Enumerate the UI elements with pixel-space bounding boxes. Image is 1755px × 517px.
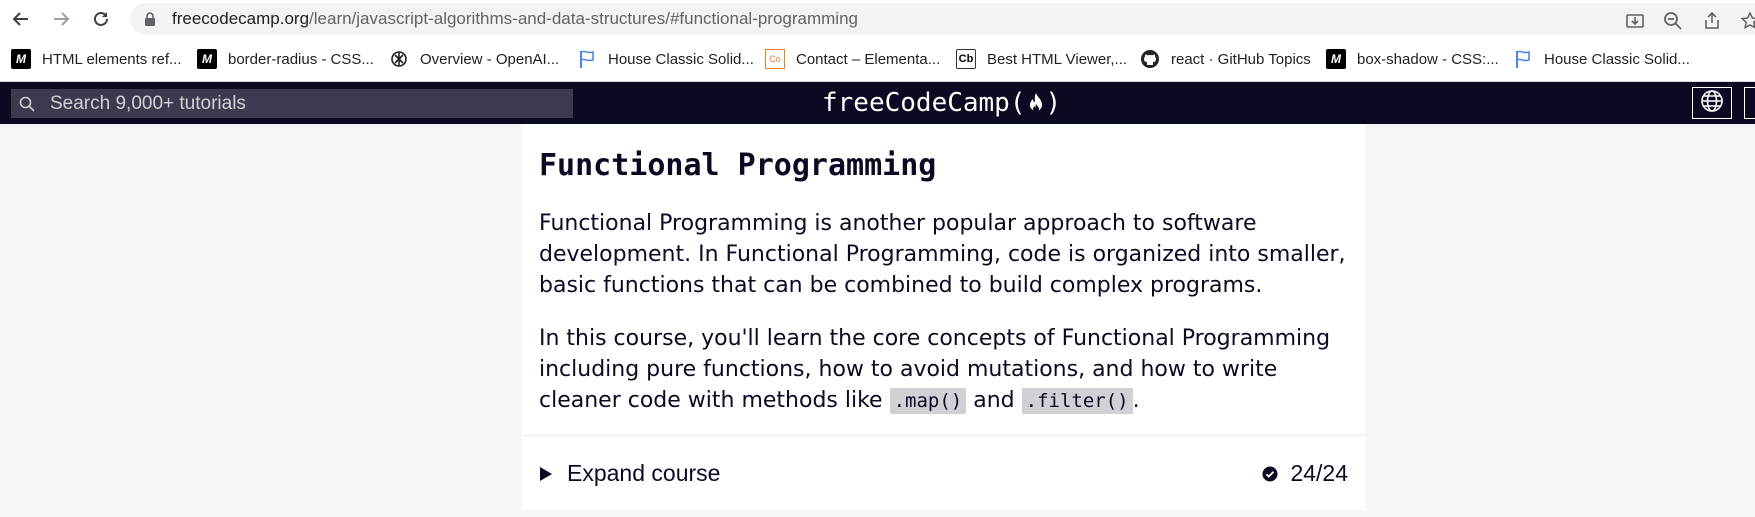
bookmark-item[interactable]: House Classic Solid... — [1513, 46, 1690, 72]
mdn-icon: M — [11, 49, 31, 69]
bookmark-label: HTML elements ref... — [42, 50, 182, 68]
summary-text: and — [966, 388, 1022, 413]
co-icon: Co — [765, 49, 785, 69]
star-icon[interactable] — [1738, 9, 1755, 33]
summary-text: . — [1132, 388, 1140, 413]
cb-icon: Cb — [956, 49, 976, 69]
bookmark-label: react · GitHub Topics — [1171, 50, 1311, 68]
search-placeholder: Search 9,000+ tutorials — [50, 93, 246, 114]
fcc-navbar: Search 9,000+ tutorials freeCodeCamp( ) — [0, 82, 1755, 124]
course-summary: In this course, you'll learn the core co… — [539, 323, 1354, 417]
lock-icon[interactable] — [144, 12, 156, 31]
globe-icon — [1700, 89, 1724, 118]
zoom-icon[interactable] — [1661, 9, 1685, 33]
code-filter: .filter() — [1021, 388, 1133, 414]
search-input[interactable]: Search 9,000+ tutorials — [11, 89, 573, 118]
logo-text-left: freeCodeCamp( — [822, 88, 1026, 118]
expand-course-label: Expand course — [567, 460, 721, 486]
share-icon[interactable] — [1700, 9, 1724, 33]
bookmark-item[interactable]: M border-radius - CSS... — [197, 46, 374, 72]
code-map: .map() — [889, 388, 967, 414]
reload-icon[interactable] — [88, 6, 114, 32]
course-title: Functional Programming — [539, 148, 937, 183]
flame-icon — [1027, 91, 1045, 115]
browser-toolbar: freecodecamp.org/learn/javascript-algori… — [0, 0, 1755, 38]
bookmarks-bar: M HTML elements ref... M border-radius -… — [0, 38, 1755, 82]
bookmark-label: box-shadow - CSS:... — [1357, 50, 1499, 68]
course-progress: 24/24 — [1262, 460, 1348, 487]
bookmark-item[interactable]: Cb Best HTML Viewer,... — [956, 46, 1127, 72]
url-text[interactable]: freecodecamp.org/learn/javascript-algori… — [172, 9, 858, 29]
bookmark-item[interactable]: House Classic Solid... — [577, 46, 754, 72]
github-icon — [1140, 49, 1160, 69]
url-host: freecodecamp.org — [172, 9, 310, 28]
bookmark-item[interactable]: Co Contact – Elementa... — [765, 46, 940, 72]
bookmark-item[interactable]: react · GitHub Topics — [1140, 46, 1311, 72]
address-bar[interactable]: freecodecamp.org/learn/javascript-algori… — [130, 3, 1755, 35]
bookmark-label: border-radius - CSS... — [228, 50, 374, 68]
expand-course-button[interactable]: Expand course — [539, 460, 720, 487]
course-description: Functional Programming is another popula… — [539, 211, 1346, 298]
progress-count: 24/24 — [1290, 460, 1348, 486]
bookmark-label: House Classic Solid... — [1544, 50, 1690, 68]
menu-button[interactable] — [1744, 87, 1755, 119]
bookmark-item[interactable]: Overview - OpenAI... — [389, 46, 559, 72]
check-circle-icon — [1262, 466, 1278, 482]
course-card: Functional Programming Functional Progra… — [522, 124, 1365, 434]
logo-text-right: ) — [1045, 88, 1062, 118]
flag-icon — [1513, 49, 1533, 69]
bookmark-item[interactable]: M box-shadow - CSS:... — [1326, 46, 1499, 72]
mdn-icon: M — [197, 49, 217, 69]
bookmark-label: House Classic Solid... — [608, 50, 754, 68]
language-button[interactable] — [1692, 87, 1732, 119]
course-footer: Expand course 24/24 — [522, 437, 1365, 510]
flag-icon — [577, 49, 597, 69]
bookmark-label: Overview - OpenAI... — [420, 50, 560, 68]
back-icon[interactable] — [8, 6, 34, 32]
bookmark-label: Contact – Elementa... — [796, 50, 941, 68]
bookmark-item[interactable]: M HTML elements ref... — [11, 46, 181, 72]
search-icon — [19, 96, 35, 117]
mdn-icon: M — [1326, 49, 1346, 69]
forward-icon[interactable] — [48, 6, 74, 32]
url-path: /learn/javascript-algorithms-and-data-st… — [309, 9, 858, 28]
openai-icon — [389, 49, 409, 69]
install-icon[interactable] — [1623, 9, 1647, 33]
bookmark-label: Best HTML Viewer,... — [987, 50, 1128, 68]
caret-right-icon — [539, 466, 553, 482]
fcc-logo[interactable]: freeCodeCamp( ) — [822, 87, 1061, 119]
